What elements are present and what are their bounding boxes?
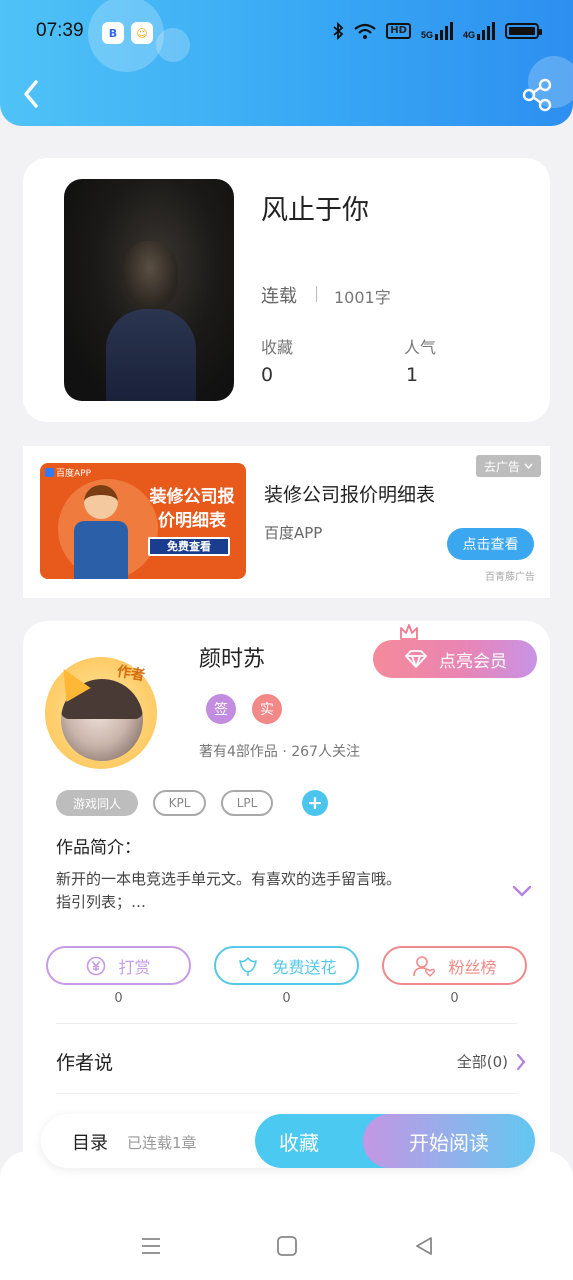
vip-button-label: 点亮会员: [439, 651, 507, 672]
chevron-right-icon: [516, 1053, 526, 1070]
send-flower-button[interactable]: 免费送花: [214, 946, 359, 985]
ad-image-title: 装修公司报价明细表: [149, 487, 235, 531]
author-name[interactable]: 颜时苏: [199, 641, 265, 673]
popularity-label: 人气: [404, 338, 437, 357]
4g-label: 4G: [462, 30, 475, 40]
back-triangle-icon[interactable]: [412, 1234, 436, 1258]
share-button[interactable]: [521, 78, 553, 112]
ad-image-button-text: 免费查看: [150, 539, 228, 554]
ad-worker-body: [74, 521, 128, 579]
fan-ranking-button[interactable]: 粉丝榜: [382, 946, 527, 985]
table-of-contents-button[interactable]: 目录: [72, 1129, 108, 1155]
chevron-down-icon: [524, 463, 533, 469]
collect-label: 收藏: [261, 338, 294, 357]
4g-signal-icon: 4G: [463, 22, 495, 40]
ad-network-mark: 百青藤广告: [485, 572, 535, 583]
signed-badge: 签: [206, 694, 236, 724]
status-indicators: HD 5G 4G: [332, 22, 542, 40]
remove-ad-label: 去广告: [483, 459, 520, 474]
status-time: 07:39: [36, 20, 84, 41]
author-avatar[interactable]: 作者: [39, 651, 163, 775]
book-info-card: 风止于你 连载 1001字 收藏 0 人气 1: [23, 158, 550, 422]
fan-count: 0: [450, 991, 459, 1006]
intro-text: 新开的一本电竞选手单元文。有喜欢的选手留言哦。 指引列表；…: [56, 868, 476, 914]
bluetooth-icon: [333, 22, 344, 40]
reading-action-bar: 目录 已连载1章 收藏 开始阅读: [41, 1114, 535, 1168]
flower-count: 0: [282, 991, 291, 1006]
hd-icon: HD: [386, 23, 411, 39]
ad-banner[interactable]: 百度APP 装修公司报价明细表 免费查看 装修公司报价明细表 百度APP 去广告…: [23, 446, 550, 598]
view-all-label: 全部(0): [456, 1053, 508, 1071]
header-bar: 07:39 B ☺ HD 5G 4G: [0, 0, 573, 126]
notification-app-icon: ☺: [131, 22, 153, 44]
ad-source: 百度APP: [264, 524, 323, 542]
ad-image[interactable]: 百度APP 装修公司报价明细表 免费查看: [40, 463, 246, 579]
author-meta: 著有4部作品 · 267人关注: [199, 744, 360, 760]
book-cover-image[interactable]: [64, 179, 234, 401]
fan-ranking-label: 粉丝榜: [448, 957, 497, 977]
diamond-icon: [405, 650, 427, 668]
tag-chip-lpl[interactable]: LPL: [221, 790, 273, 816]
tag-chip-game[interactable]: 游戏同人: [56, 790, 138, 816]
remove-ad-button[interactable]: 去广告: [475, 455, 541, 477]
activate-vip-button[interactable]: 点亮会员: [373, 640, 537, 678]
decor-bubble-small: [156, 28, 190, 62]
wifi-icon: [354, 23, 376, 39]
flower-icon: [239, 956, 258, 976]
status-divider: [316, 286, 317, 302]
menu-icon[interactable]: [139, 1234, 163, 1258]
tip-count: 0: [114, 991, 123, 1006]
add-tag-button[interactable]: +: [302, 790, 328, 816]
intro-title: 作品简介：: [56, 838, 141, 858]
intro-line-2: 指引列表；…: [56, 893, 147, 911]
ad-image-badge-text: 百度APP: [56, 469, 92, 479]
tip-label: 打赏: [118, 957, 151, 977]
5g-signal-icon: 5G: [421, 22, 453, 40]
back-button[interactable]: [18, 76, 48, 112]
crown-icon: [400, 624, 418, 640]
ad-worker-head: [84, 485, 118, 519]
book-word-count: 1001字: [334, 288, 391, 307]
ad-image-badge: 百度APP: [45, 466, 91, 479]
tip-button[interactable]: 打赏: [46, 946, 191, 985]
verified-badge: 实: [252, 694, 282, 724]
chapter-progress: 已连载1章: [127, 1134, 197, 1152]
popularity-count: 1: [406, 364, 419, 386]
home-square-icon[interactable]: [275, 1234, 299, 1258]
send-flower-label: 免费送花: [272, 957, 337, 977]
cover-figure-face: [122, 241, 178, 309]
ad-title[interactable]: 装修公司报价明细表: [264, 480, 435, 507]
book-title: 风止于你: [261, 195, 369, 226]
cover-figure-body: [106, 309, 196, 401]
collect-count: 0: [261, 364, 274, 386]
tag-chip-kpl[interactable]: KPL: [153, 790, 206, 816]
view-all-author-says[interactable]: 全部(0): [457, 1051, 526, 1072]
battery-icon: [505, 23, 542, 39]
section-divider-2: [56, 1093, 517, 1094]
section-divider: [56, 1023, 517, 1024]
system-nav-bar: [0, 1210, 573, 1280]
ad-view-button[interactable]: 点击查看: [447, 528, 534, 560]
yen-coin-icon: [87, 956, 106, 975]
author-says-title: 作者说: [56, 1052, 114, 1074]
baidu-app-icon: B: [102, 22, 124, 44]
ad-image-button: 免费查看: [148, 537, 230, 556]
expand-intro-chevron-icon[interactable]: [511, 883, 533, 899]
5g-label: 5G: [420, 30, 433, 40]
start-reading-button[interactable]: 开始阅读: [363, 1114, 535, 1168]
user-heart-icon: [413, 955, 436, 977]
book-status: 连载: [261, 286, 297, 307]
intro-line-1: 新开的一本电竞选手单元文。有喜欢的选手留言哦。: [56, 870, 402, 888]
